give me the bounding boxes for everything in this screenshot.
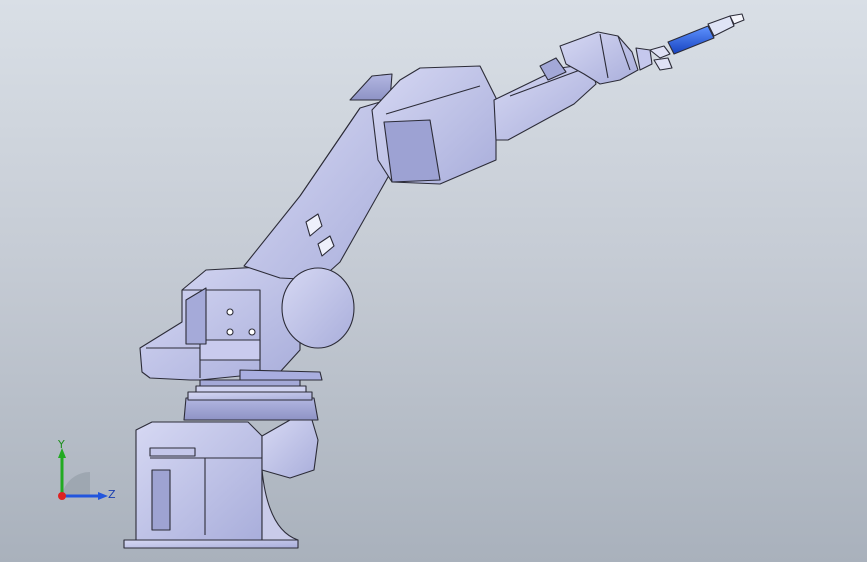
z-axis-label: Z	[108, 488, 116, 501]
graphics-viewport[interactable]: Y Z	[0, 0, 867, 562]
triad-plane	[62, 471, 90, 496]
x-axis-origin	[58, 492, 66, 500]
y-axis-label: Y	[58, 438, 65, 451]
coordinate-triad: Y Z	[48, 438, 118, 510]
turntable-ring	[183, 379, 319, 421]
robot-arm-model[interactable]	[0, 0, 867, 562]
gripper	[649, 45, 673, 71]
z-axis-arrow	[98, 492, 108, 500]
end-effector-tool	[667, 13, 745, 55]
base-pedestal	[123, 419, 319, 549]
shoulder-joint-disc	[281, 267, 355, 349]
